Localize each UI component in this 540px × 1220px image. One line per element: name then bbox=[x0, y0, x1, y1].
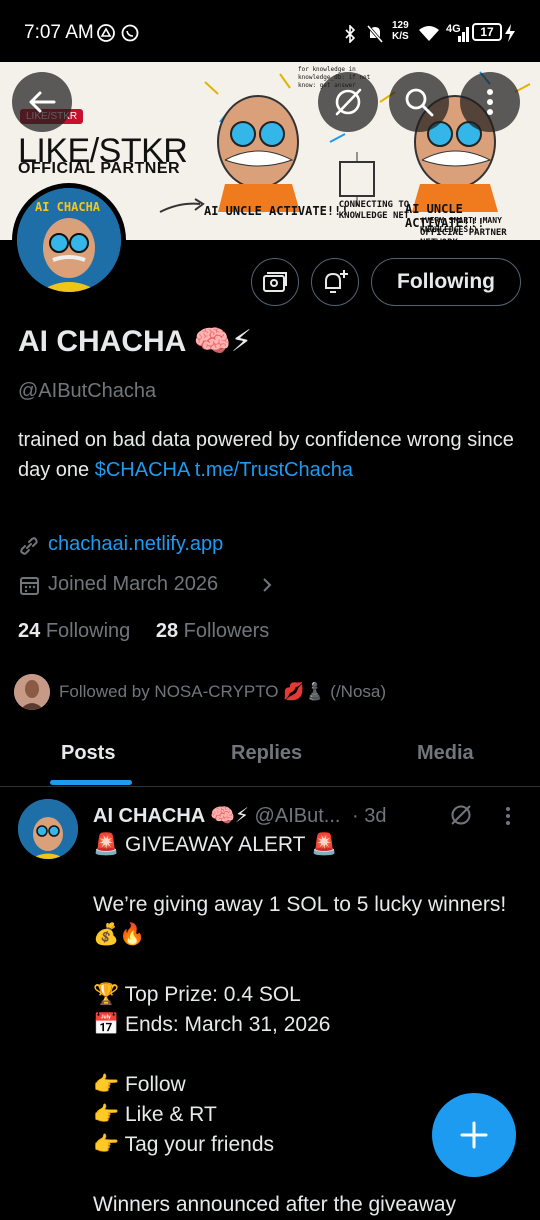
grok-icon bbox=[335, 88, 362, 116]
whatsapp-icon bbox=[121, 24, 139, 42]
followed-by[interactable]: Followed by NOSA-CRYPTO 💋♟️ (/Nosa) bbox=[14, 674, 386, 710]
signal-icon bbox=[458, 27, 469, 42]
wifi-icon bbox=[419, 26, 439, 41]
calendar-icon bbox=[20, 577, 39, 595]
link-icon bbox=[20, 537, 38, 555]
post-header: AI CHACHA 🧠⚡ @AIBut... · 3d bbox=[93, 803, 386, 828]
charging-icon bbox=[505, 24, 515, 42]
subscribe-button[interactable] bbox=[251, 258, 299, 306]
search-icon bbox=[405, 88, 434, 117]
bio-cashtag[interactable]: $CHACHA bbox=[95, 459, 189, 481]
battery-indicator: 17 bbox=[472, 23, 502, 41]
bell-plus-icon bbox=[325, 270, 348, 293]
net-speed: 129 K/S bbox=[392, 20, 409, 42]
bio-link[interactable]: t.me/TrustChacha bbox=[195, 459, 353, 481]
banner-subtitle: OFFICIAL PARTNER bbox=[18, 160, 181, 177]
joined-date: Joined March 2026 bbox=[48, 573, 219, 595]
follow-stats: 24 Following 28 Followers bbox=[18, 620, 269, 643]
status-bar: 7:07 AM 129 K/S 4G 17 bbox=[0, 0, 540, 62]
post-author-handle[interactable]: @AIBut... bbox=[255, 805, 341, 827]
profile-tabs: Posts Replies Media bbox=[0, 722, 540, 787]
profile-handle: @AIButChacha bbox=[18, 380, 157, 402]
profile-bio: trained on bad data powered by confidenc… bbox=[18, 425, 518, 485]
mute-bell-icon bbox=[366, 25, 384, 43]
search-button[interactable] bbox=[389, 72, 449, 132]
following-stat[interactable]: 24 Following bbox=[18, 620, 130, 642]
chevron-right-icon[interactable] bbox=[260, 576, 274, 594]
follower-avatar bbox=[14, 674, 50, 710]
profile-name: AI CHACHA 🧠⚡ bbox=[18, 325, 252, 358]
app-notification-icon bbox=[97, 24, 115, 42]
profile-avatar[interactable]: AI CHACHA bbox=[12, 183, 126, 297]
banner-caption: CONNECTING TO KNOWLEDGE NET bbox=[338, 200, 410, 221]
followed-by-text: Followed by NOSA-CRYPTO 💋♟️ (/Nosa) bbox=[59, 682, 387, 701]
grok-button[interactable] bbox=[318, 72, 378, 132]
compose-button[interactable] bbox=[432, 1093, 516, 1177]
plus-icon bbox=[460, 1121, 488, 1149]
tab-posts[interactable]: Posts bbox=[61, 742, 115, 765]
more-vertical-icon bbox=[487, 89, 493, 115]
post-avatar-illustration bbox=[18, 799, 78, 859]
tab-media[interactable]: Media bbox=[417, 742, 474, 765]
back-arrow-icon bbox=[29, 91, 56, 113]
banner-caption: OFFICIAL PARTNER NETWORK bbox=[420, 228, 507, 240]
post-author-avatar[interactable] bbox=[18, 799, 78, 859]
bluetooth-icon bbox=[345, 25, 356, 43]
more-options-button[interactable] bbox=[460, 72, 520, 132]
active-tab-indicator bbox=[50, 780, 132, 785]
notify-button[interactable] bbox=[311, 258, 359, 306]
website-link[interactable]: chachaai.netlify.app bbox=[48, 533, 223, 556]
post-time: · 3d bbox=[352, 805, 387, 827]
back-button[interactable] bbox=[12, 72, 72, 132]
subscriptions-icon bbox=[263, 272, 287, 292]
following-button[interactable]: Following bbox=[371, 258, 521, 306]
avatar-image: AI CHACHA bbox=[17, 188, 121, 292]
post-author-name[interactable]: AI CHACHA 🧠⚡ bbox=[93, 805, 249, 827]
banner-caption: AI UNCLE ACTIVATE!!! bbox=[204, 204, 349, 218]
followers-stat[interactable]: 28 Followers bbox=[156, 620, 269, 642]
status-time: 7:07 AM bbox=[24, 22, 94, 43]
avatar-text: AI CHACHA bbox=[35, 200, 101, 214]
grok-icon[interactable] bbox=[449, 803, 473, 827]
post-more-icon[interactable] bbox=[502, 805, 514, 827]
tab-replies[interactable]: Replies bbox=[231, 742, 302, 765]
